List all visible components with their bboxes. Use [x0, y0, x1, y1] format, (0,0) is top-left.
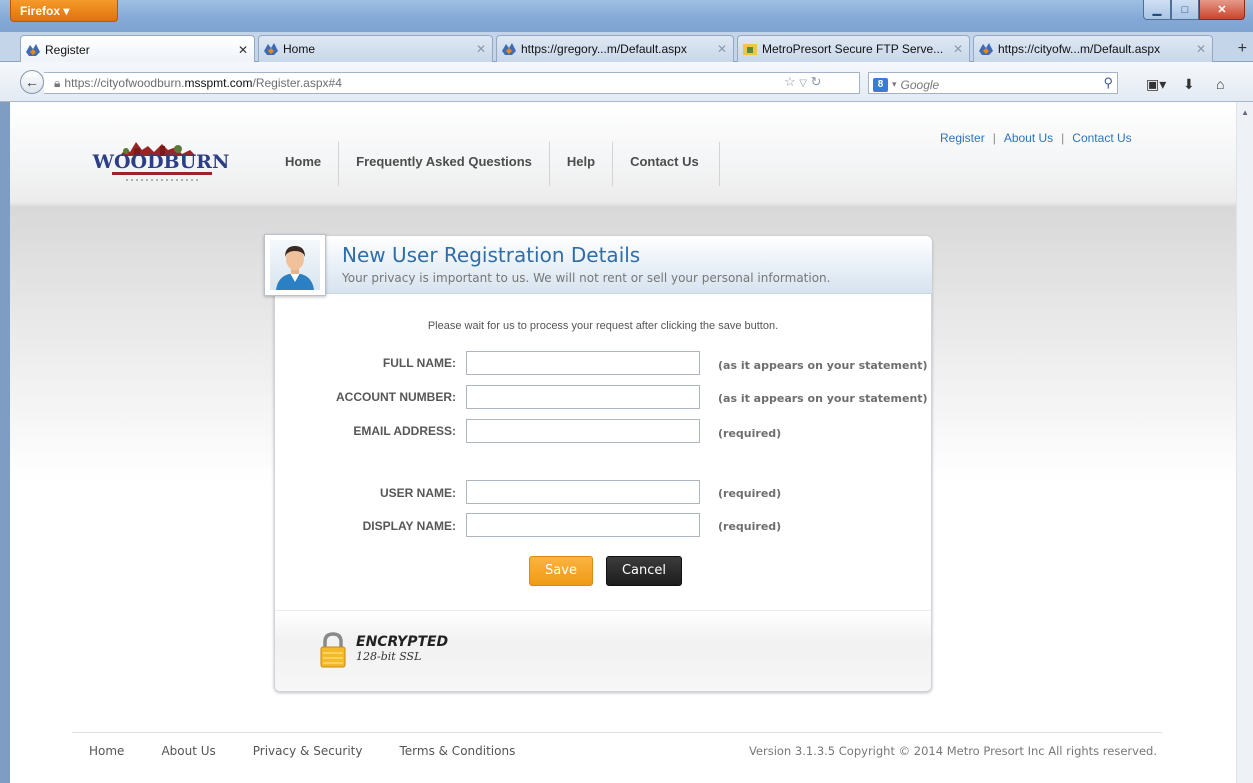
top-links: Register | About Us | Contact Us	[940, 131, 1132, 145]
save-button[interactable]: Save	[529, 556, 593, 586]
footer-about-link[interactable]: About Us	[161, 744, 215, 758]
nav-contact-us[interactable]: Contact Us	[613, 142, 720, 186]
window-controls: ▁ □ ✕	[1143, 0, 1245, 20]
footer-links: Home About Us Privacy & Security Terms &…	[89, 744, 552, 758]
email-address-input[interactable]	[466, 419, 700, 443]
tab-metropresort-ftp[interactable]: MetroPresort Secure FTP Serve... ✕	[737, 35, 970, 62]
ftp-favicon-icon	[743, 44, 757, 55]
main-navigation: Home Frequently Asked Questions Help Con…	[268, 142, 720, 186]
tab-label: https://gregory...m/Default.aspx	[521, 42, 687, 56]
downloads-icon[interactable]: ⬇	[1183, 76, 1195, 93]
email-address-label: EMAIL ADDRESS:	[353, 424, 456, 438]
tab-gregory[interactable]: https://gregory...m/Default.aspx ✕	[496, 35, 734, 62]
search-placeholder: Google	[900, 77, 940, 92]
avatar-frame	[264, 234, 326, 296]
tab-label: MetroPresort Secure FTP Serve...	[762, 42, 944, 56]
logo-wordmark: WOODBURN	[92, 151, 230, 173]
user-name-input[interactable]	[466, 480, 700, 504]
url-bar-actions: ☆ ▽ ↻	[784, 74, 822, 90]
address-bar[interactable]: 🔒︎ https://cityofwoodburn.msspmt.com/Regi…	[44, 72, 860, 94]
account-number-label: ACCOUNT NUMBER:	[336, 390, 456, 404]
close-tab-icon[interactable]: ✕	[1196, 42, 1206, 56]
wait-message: Please wait for us to process your reque…	[427, 320, 779, 332]
footer-terms-link[interactable]: Terms & Conditions	[399, 744, 515, 758]
form-subtitle: Your privacy is important to us. We will…	[342, 271, 831, 285]
firefox-menu-label: Firefox	[20, 4, 61, 18]
nav-help[interactable]: Help	[550, 142, 614, 186]
window-titlebar: Firefox ▾ ▁ □ ✕	[0, 0, 1253, 32]
bookmarks-icon[interactable]: ▣▾	[1146, 76, 1166, 93]
tab-register[interactable]: Register ✕	[20, 35, 255, 63]
display-name-hint: (required)	[718, 520, 782, 533]
reload-icon[interactable]: ↻	[811, 74, 822, 89]
window-left-border	[0, 102, 10, 783]
tab-cityofw[interactable]: https://cityofw...m/Default.aspx ✕	[973, 35, 1213, 62]
contact-us-link[interactable]: Contact Us	[1072, 131, 1131, 145]
site-favicon-icon	[979, 43, 993, 55]
footer-privacy-link[interactable]: Privacy & Security	[253, 744, 363, 758]
padlock-icon	[320, 632, 346, 668]
email-address-hint: (required)	[718, 427, 782, 440]
woodburn-logo[interactable]: WOODBURN	[82, 134, 240, 184]
dropdown-arrow-icon: ▾	[63, 4, 70, 18]
navigation-toolbar: ← 🔒︎ https://cityofwoodburn.msspmt.com/Re…	[0, 62, 1253, 102]
close-window-button[interactable]: ✕	[1199, 0, 1245, 20]
site-favicon-icon	[264, 43, 278, 55]
tab-label: Home	[283, 42, 316, 56]
tab-label: Register	[45, 42, 90, 57]
bookmark-star-icon[interactable]: ☆	[784, 74, 796, 89]
display-name-input[interactable]	[466, 513, 700, 537]
home-icon[interactable]: ⌂	[1216, 76, 1224, 92]
site-favicon-icon	[26, 43, 40, 56]
lock-icon: 🔒︎	[54, 76, 61, 90]
footer-divider	[72, 732, 1162, 733]
form-title: New User Registration Details	[342, 243, 641, 267]
back-arrow-icon: ←	[25, 74, 39, 90]
account-number-input[interactable]	[466, 385, 700, 409]
close-tab-icon[interactable]: ✕	[238, 43, 248, 57]
full-name-hint: (as it appears on your statement)	[718, 359, 928, 372]
scroll-up-icon[interactable]: ▲	[1241, 108, 1249, 117]
minimize-button[interactable]: ▁	[1143, 0, 1171, 20]
search-icon[interactable]: ⚲	[1103, 75, 1113, 91]
logo-banner	[112, 172, 212, 175]
vertical-scrollbar[interactable]	[1236, 102, 1253, 783]
user-name-hint: (required)	[718, 487, 782, 500]
url-path: /Register.aspx#4	[252, 76, 342, 90]
cancel-button[interactable]: Cancel	[606, 556, 682, 586]
encrypted-title: ENCRYPTED	[356, 634, 449, 650]
url-domain: msspmt.com	[184, 76, 253, 90]
link-separator: |	[1061, 131, 1065, 145]
full-name-input[interactable]	[466, 351, 700, 375]
copyright-text: Version 3.1.3.5 Copyright © 2014 Metro P…	[748, 744, 1157, 758]
firefox-menu-button[interactable]: Firefox ▾	[10, 0, 118, 22]
user-name-label: USER NAME:	[379, 486, 456, 500]
search-engine-icon[interactable]: 8	[873, 77, 888, 92]
close-tab-icon[interactable]: ✕	[953, 42, 963, 56]
user-avatar-icon	[270, 240, 320, 290]
footer-home-link[interactable]: Home	[89, 744, 124, 758]
tab-home[interactable]: Home ✕	[258, 35, 493, 62]
url-prefix: https://cityofwoodburn.	[64, 76, 185, 90]
history-dropdown-icon[interactable]: ▽	[799, 78, 807, 89]
nav-home[interactable]: Home	[268, 142, 340, 186]
new-tab-icon[interactable]: +	[1238, 40, 1247, 58]
back-button[interactable]: ←	[20, 70, 44, 94]
nav-faq[interactable]: Frequently Asked Questions	[339, 142, 550, 186]
full-name-label: FULL NAME:	[382, 356, 456, 370]
encrypted-subtitle: 128-bit SSL	[356, 650, 422, 663]
maximize-button[interactable]: □	[1171, 0, 1199, 20]
account-number-hint: (as it appears on your statement)	[718, 392, 928, 405]
register-link[interactable]: Register	[940, 131, 985, 145]
close-tab-icon[interactable]: ✕	[476, 42, 486, 56]
close-tab-icon[interactable]: ✕	[717, 42, 727, 56]
display-name-label: DISPLAY NAME:	[362, 519, 456, 533]
link-separator: |	[992, 131, 996, 145]
site-favicon-icon	[502, 43, 516, 55]
tab-label: https://cityofw...m/Default.aspx	[998, 42, 1161, 56]
tab-strip: Register ✕ Home ✕ https://gregory...m/De…	[0, 32, 1253, 63]
search-engine-dropdown-icon[interactable]: ▾	[892, 79, 897, 90]
about-us-link[interactable]: About Us	[1004, 131, 1053, 145]
search-bar[interactable]: 8 ▾ Google ⚲	[868, 72, 1118, 94]
